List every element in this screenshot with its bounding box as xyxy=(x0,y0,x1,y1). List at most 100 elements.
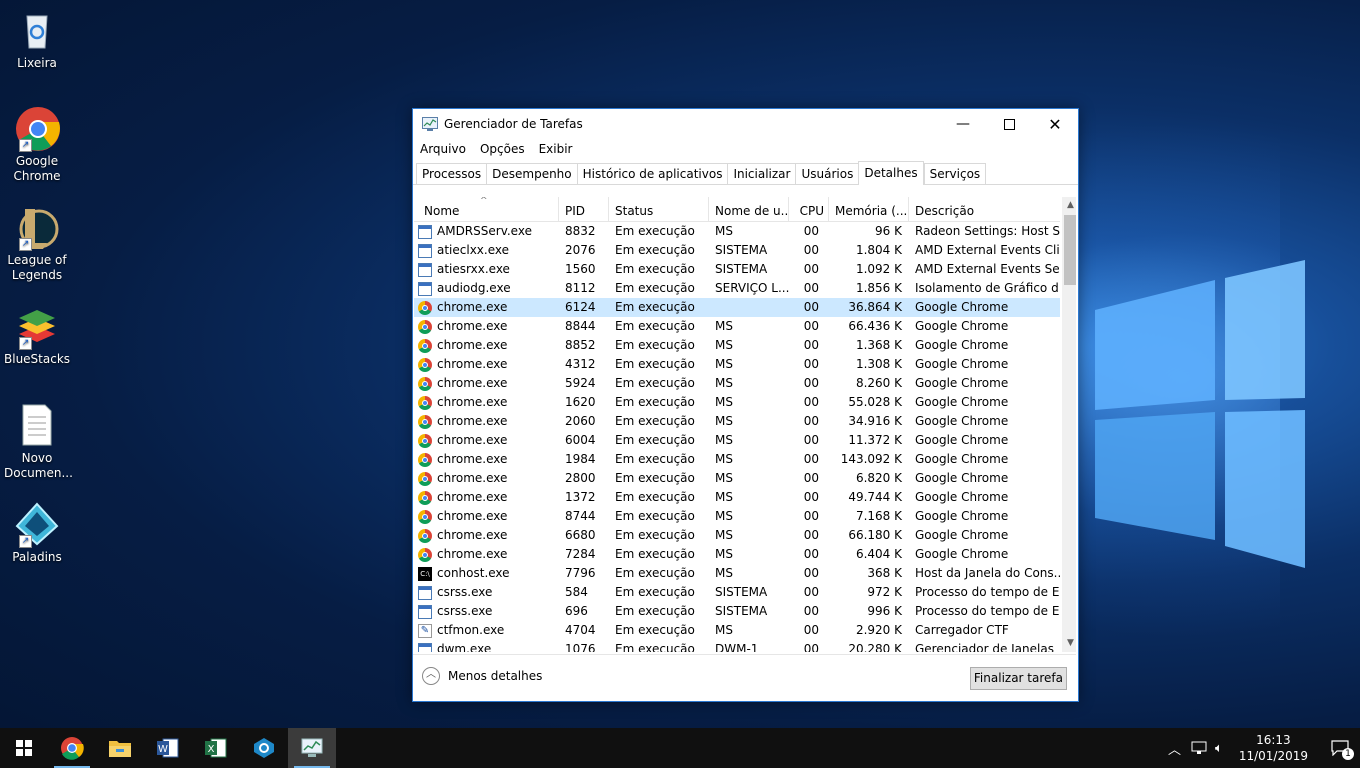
process-cpu-cell: 00 xyxy=(803,528,819,542)
process-description-cell: Processo do tempo de E... xyxy=(915,585,1060,599)
process-pid-cell: 6004 xyxy=(565,433,596,447)
pen-icon: ✎ xyxy=(418,623,432,638)
process-memory-cell: 368 K xyxy=(867,566,902,580)
less-details-button[interactable]: ︿ Menos detalhes xyxy=(422,667,542,685)
table-row[interactable]: C:\ conhost.exe 7796 Em execução MS 00 368 K Ho… xyxy=(414,564,1060,583)
window-title: Gerenciador de Tarefas xyxy=(444,117,583,131)
end-task-button[interactable]: Finalizar tarefa xyxy=(969,667,1067,690)
chrome-icon xyxy=(418,338,432,353)
tab-servicos[interactable]: Serviços xyxy=(923,163,987,184)
scroll-down-icon[interactable]: ▼ xyxy=(1062,635,1076,652)
process-user-cell: MS xyxy=(715,395,733,409)
process-cpu-cell: 00 xyxy=(803,604,819,618)
scrollbar-thumb[interactable] xyxy=(1064,215,1076,285)
column-header-nome[interactable]: Nome ^ xyxy=(414,197,559,221)
tab-historico-aplicativos[interactable]: Histórico de aplicativos xyxy=(576,163,728,184)
notification-center-button[interactable]: 1 xyxy=(1320,728,1360,768)
vertical-scrollbar[interactable]: ▲ ▼ xyxy=(1062,197,1076,652)
text-document-icon xyxy=(15,403,59,447)
process-name-cell: chrome.exe xyxy=(414,450,559,469)
table-row[interactable]: csrss.exe 584 Em execução SISTEMA 00 972 K Pro… xyxy=(414,583,1060,602)
table-row[interactable]: ✎ ctfmon.exe 4704 Em execução MS 00 2.920 K Car… xyxy=(414,621,1060,640)
table-row[interactable]: csrss.exe 696 Em execução SISTEMA 00 996 K Pro… xyxy=(414,602,1060,621)
less-details-label: Menos detalhes xyxy=(448,669,543,683)
column-header-memory[interactable]: Memória (... xyxy=(829,197,909,221)
table-row[interactable]: AMDRSServ.exe 8832 Em execução MS 00 96 K Rade… xyxy=(414,222,1060,241)
process-name-text: chrome.exe xyxy=(437,395,508,409)
process-memory-cell: 1.308 K xyxy=(855,357,902,371)
process-memory-cell: 36.864 K xyxy=(848,300,902,314)
chevron-up-icon[interactable]: ︿ xyxy=(1168,739,1181,758)
table-row[interactable]: dwm.exe 1076 Em execução DWM-1 00 20.280 K Ger… xyxy=(414,640,1060,652)
table-row[interactable]: chrome.exe 6124 Em execução 00 36.864 K Googl… xyxy=(414,298,1060,317)
tab-detalhes[interactable]: Detalhes xyxy=(858,161,924,185)
table-row[interactable]: chrome.exe 2060 Em execução MS 00 34.916 K Goo… xyxy=(414,412,1060,431)
table-row[interactable]: chrome.exe 2800 Em execução MS 00 6.820 K Goog… xyxy=(414,469,1060,488)
column-header-descricao[interactable]: Descrição xyxy=(909,197,1060,221)
word-icon: W xyxy=(157,738,179,758)
taskbar-app[interactable] xyxy=(240,728,288,768)
process-name-text: dwm.exe xyxy=(437,642,492,652)
process-name-text: atieclxx.exe xyxy=(437,243,510,257)
chrome-icon xyxy=(61,737,84,760)
clock-date: 11/01/2019 xyxy=(1238,749,1308,763)
start-button[interactable] xyxy=(0,728,48,768)
table-row[interactable]: atiesrxx.exe 1560 Em execução SISTEMA 00 1.09… xyxy=(414,260,1060,279)
column-header-pid[interactable]: PID xyxy=(559,197,609,221)
table-row[interactable]: chrome.exe 6680 Em execução MS 00 66.180 K Goo… xyxy=(414,526,1060,545)
clock[interactable]: 16:13 11/01/2019 xyxy=(1239,732,1308,764)
shortcut-arrow-icon: ↗ xyxy=(19,139,32,152)
desktop-icon-paladins[interactable]: ↗ Paladins xyxy=(4,502,70,565)
process-cpu-cell: 00 xyxy=(803,376,819,390)
table-row[interactable]: chrome.exe 1372 Em execução MS 00 49.744 K Goo… xyxy=(414,488,1060,507)
table-row[interactable]: chrome.exe 4312 Em execução MS 00 1.308 K Goog… xyxy=(414,355,1060,374)
tab-inicializar[interactable]: Inicializar xyxy=(727,163,796,184)
taskbar-file-explorer[interactable] xyxy=(96,728,144,768)
process-name-text: atiesrxx.exe xyxy=(437,262,510,276)
close-button[interactable]: ✕ xyxy=(1032,109,1078,139)
table-row[interactable]: chrome.exe 7284 Em execução MS 00 6.404 K Goog… xyxy=(414,545,1060,564)
table-row[interactable]: atieclxx.exe 2076 Em execução SISTEMA 00 1.80… xyxy=(414,241,1060,260)
table-row[interactable]: chrome.exe 8744 Em execução MS 00 7.168 K Goog… xyxy=(414,507,1060,526)
tab-processos[interactable]: Processos xyxy=(416,163,487,184)
menu-opcoes[interactable]: Opções xyxy=(480,142,525,156)
maximize-button[interactable] xyxy=(986,109,1032,139)
process-user-cell: MS xyxy=(715,623,733,637)
process-pid-cell: 8744 xyxy=(565,509,596,523)
taskbar-task-manager[interactable] xyxy=(288,728,336,768)
process-name-text: chrome.exe xyxy=(437,547,508,561)
process-memory-cell: 66.180 K xyxy=(848,528,902,542)
column-header-cpu[interactable]: CPU xyxy=(789,197,829,221)
tab-usuarios[interactable]: Usuários xyxy=(795,163,859,184)
scroll-up-icon[interactable]: ▲ xyxy=(1062,197,1076,214)
menu-exibir[interactable]: Exibir xyxy=(539,142,573,156)
taskbar-word[interactable]: W xyxy=(144,728,192,768)
table-row[interactable]: chrome.exe 8844 Em execução MS 00 66.436 K Goo… xyxy=(414,317,1060,336)
process-user-cell: MS xyxy=(715,414,733,428)
process-status-cell: Em execução xyxy=(615,338,695,352)
column-header-status[interactable]: Status xyxy=(609,197,709,221)
desktop-icon-label: Novo Documen... xyxy=(4,451,73,480)
table-row[interactable]: chrome.exe 1984 Em execução MS 00 143.092 K Go… xyxy=(414,450,1060,469)
table-row[interactable]: chrome.exe 5924 Em execução MS 00 8.260 K Goog… xyxy=(414,374,1060,393)
taskbar-excel[interactable]: X xyxy=(192,728,240,768)
desktop-icon-league-of-legends[interactable]: ↗ League of Legends xyxy=(4,205,70,283)
table-row[interactable]: chrome.exe 1620 Em execução MS 00 55.028 K Goo… xyxy=(414,393,1060,412)
desktop-icon-new-document[interactable]: Novo Documen... xyxy=(4,403,73,481)
title-bar[interactable]: Gerenciador de Tarefas — ✕ xyxy=(413,109,1078,139)
volume-icon[interactable]: 🔈︎ xyxy=(1215,741,1223,756)
taskbar-chrome[interactable] xyxy=(48,728,96,768)
desktop-icon-bluestacks[interactable]: ↗ BlueStacks xyxy=(4,304,70,367)
tab-desempenho[interactable]: Desempenho xyxy=(486,163,577,184)
table-row[interactable]: audiodg.exe 8112 Em execução SERVIÇO L... 00… xyxy=(414,279,1060,298)
desktop-icon-chrome[interactable]: ↗ Google Chrome xyxy=(4,106,70,184)
process-memory-cell: 143.092 K xyxy=(840,452,902,466)
table-row[interactable]: chrome.exe 6004 Em execução MS 00 11.372 K Goo… xyxy=(414,431,1060,450)
minimize-button[interactable]: — xyxy=(940,109,986,139)
column-header-user[interactable]: Nome de u... xyxy=(709,197,789,221)
network-icon[interactable] xyxy=(1191,741,1207,755)
menu-arquivo[interactable]: Arquivo xyxy=(420,142,466,156)
desktop-icon-recycle-bin[interactable]: Lixeira xyxy=(4,8,70,71)
table-row[interactable]: chrome.exe 8852 Em execução MS 00 1.368 K Goog… xyxy=(414,336,1060,355)
process-name-cell: chrome.exe xyxy=(414,317,559,336)
